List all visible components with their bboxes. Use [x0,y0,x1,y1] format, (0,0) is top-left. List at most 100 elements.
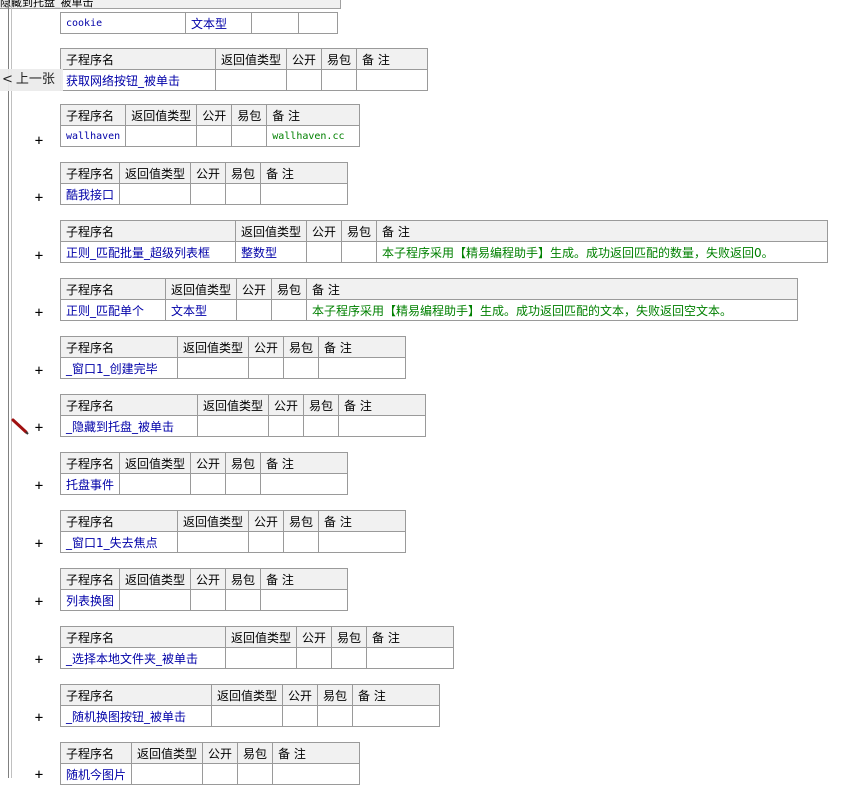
expand-icon[interactable]: + [33,768,45,782]
subprogram-ret[interactable] [176,357,250,379]
header-easy: 易包 [225,568,262,590]
subprogram-note[interactable] [366,647,455,669]
subprogram-ret[interactable] [176,531,250,553]
subprogram-name[interactable]: 随机今图片 [59,763,133,785]
subprogram-ret[interactable]: 文本型 [164,299,238,321]
subprogram-name[interactable]: wallhaven [59,125,127,147]
header-public: 公开 [306,220,343,242]
public-cell[interactable] [190,183,227,205]
expand-icon[interactable]: + [33,595,45,609]
easy-cell[interactable] [237,763,274,785]
header-public: 公开 [248,336,285,358]
expand-icon[interactable]: + [33,249,45,263]
header-public: 公开 [202,742,239,764]
header-ret: 返回值类型 [125,104,198,126]
header-easy: 易包 [283,510,320,532]
subprogram-note[interactable]: 本子程序采用【精易编程助手】生成。成功返回匹配的文本，失败返回空文本。 [306,299,799,321]
header-note: 备 注 [306,278,799,300]
subprogram-ret[interactable] [119,183,192,205]
header-ret: 返回值类型 [224,626,298,648]
public-cell[interactable] [286,69,323,91]
easy-cell[interactable] [303,415,340,437]
expand-icon[interactable]: + [33,421,45,435]
easy-cell[interactable] [331,647,368,669]
expand-icon[interactable]: + [33,479,45,493]
subprogram-note[interactable] [272,763,361,785]
easy-cell[interactable] [231,125,268,147]
expand-icon[interactable]: + [33,364,45,378]
easy-cell[interactable] [225,183,262,205]
subprogram-ret[interactable] [210,705,284,727]
public-cell[interactable] [306,241,343,263]
header-ret: 返回值类型 [196,394,270,416]
subprogram-note[interactable] [338,415,427,437]
subprogram-note[interactable] [356,69,429,91]
subprogram-name[interactable]: 获取网络按钮_被单击 [60,69,216,91]
subprogram-name[interactable]: 酷我接口 [59,183,121,205]
subprogram-note[interactable] [260,473,349,495]
subprogram-note[interactable]: 本子程序采用【精易编程助手】生成。成功返回匹配的数量，失败返回0。 [376,241,829,263]
expand-icon[interactable]: + [33,537,45,551]
public-cell[interactable] [202,763,239,785]
public-cell[interactable] [282,705,319,727]
header-easy: 易包 [225,162,262,184]
subprogram-note[interactable] [352,705,441,727]
easy-cell[interactable] [317,705,354,727]
subprogram-ret[interactable] [196,415,270,437]
header-ret: 返回值类型 [131,742,204,764]
header-public: 公开 [286,48,323,70]
expand-icon[interactable]: + [33,306,45,320]
subprogram-note[interactable] [318,357,407,379]
subprogram-note[interactable] [318,531,407,553]
subprogram-ret[interactable]: 整数型 [234,241,308,263]
subprogram-ret[interactable] [125,125,198,147]
public-cell[interactable] [190,589,227,611]
subprogram-name[interactable]: _隐藏到托盘_被单击 [60,415,198,437]
public-cell[interactable] [196,125,233,147]
subprogram-ret[interactable] [214,69,288,91]
subprogram-name[interactable]: 正则_匹配单个 [60,299,166,321]
subprogram-name[interactable]: 托盘事件 [59,473,121,495]
subprogram-note[interactable]: wallhaven.cc [266,125,361,147]
expand-icon[interactable]: + [33,653,45,667]
public-cell[interactable] [190,473,227,495]
subprogram-note[interactable] [260,183,349,205]
subprogram-ret[interactable] [119,473,192,495]
easy-cell[interactable] [283,357,320,379]
public-cell[interactable] [236,299,273,321]
subprogram-name[interactable]: _窗口1_创建完毕 [60,357,178,379]
easy-cell[interactable] [271,299,308,321]
subprogram-name[interactable]: _选择本地文件夹_被单击 [60,647,226,669]
header-ret: 返回值类型 [214,48,288,70]
variable-name[interactable]: cookie [60,12,186,34]
easy-cell[interactable] [341,241,378,263]
easy-cell[interactable] [321,69,358,91]
expand-icon[interactable]: + [33,134,45,148]
prev-image-button[interactable]: < 上一张 [0,69,63,91]
subprogram-ret[interactable] [119,589,192,611]
header-public: 公开 [248,510,285,532]
easy-cell[interactable] [225,473,262,495]
public-cell[interactable] [296,647,333,669]
public-cell[interactable] [248,357,285,379]
header-name: 子程序名 [60,220,236,242]
subprogram-name[interactable]: 列表换图 [59,589,121,611]
variable-type[interactable]: 文本型 [185,12,252,34]
easy-cell[interactable] [283,531,320,553]
subprogram-name[interactable]: 正则_匹配批量_超级列表框 [60,241,236,263]
subprogram-name[interactable]: _窗口1_失去焦点 [60,531,178,553]
subprogram-ret[interactable] [131,763,204,785]
header-easy: 易包 [317,684,354,706]
subprogram-ret[interactable] [224,647,298,669]
subprogram-note[interactable] [260,589,349,611]
variable-flag[interactable] [251,12,299,34]
header-public: 公开 [190,452,227,474]
expand-icon[interactable]: + [33,711,45,725]
header-easy: 易包 [237,742,274,764]
subprogram-name[interactable]: _随机换图按钮_被单击 [60,705,212,727]
expand-icon[interactable]: + [33,191,45,205]
easy-cell[interactable] [225,589,262,611]
public-cell[interactable] [268,415,305,437]
public-cell[interactable] [248,531,285,553]
variable-flag2[interactable] [298,12,338,34]
